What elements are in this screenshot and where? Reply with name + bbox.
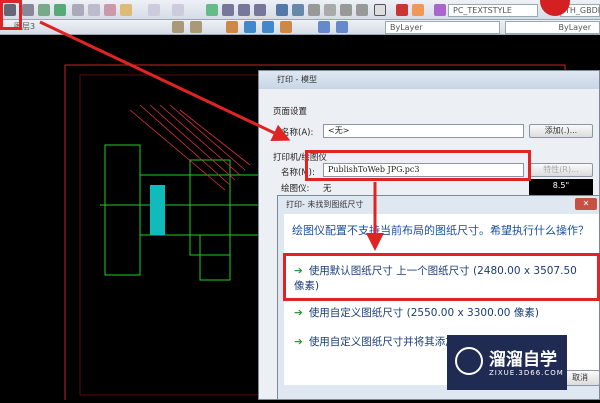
text-style-icon[interactable] [434,4,446,16]
paper-dialog-title: 打印- 未找到图纸尺寸 [286,200,364,209]
sheet-set-icon[interactable] [324,4,336,16]
play-logo-icon [455,347,483,375]
help-icon[interactable] [374,4,386,16]
plotter-value: 无 [323,184,332,194]
watermark-url: ZIXUE.3D66.COM [489,369,564,377]
linetype-select[interactable]: ByLayer [505,21,600,34]
name-label: 名称(A): [281,128,314,138]
color-select[interactable]: ByLayer [385,21,500,34]
cut-icon[interactable] [72,4,84,16]
layer-tool-icon[interactable] [262,21,274,33]
close-button[interactable]: ✕ [575,198,597,210]
page-setup-label: 页面设置 [273,107,308,117]
properties-icon[interactable] [276,4,288,16]
layer-tool-icon[interactable] [226,21,238,33]
plot-preview-icon[interactable] [22,4,34,16]
layer-tool-icon[interactable] [318,21,330,33]
layer-select[interactable]: 图层3 [10,21,160,34]
highlight-default-option [283,253,600,301]
arrow-icon: ➔ [294,336,303,348]
watermark-name: 溜溜自学 [489,350,557,370]
undo-icon[interactable] [148,4,160,16]
pan-icon[interactable] [206,4,218,16]
star-icon[interactable] [412,4,424,16]
watermark: 溜溜自学 ZIXUE.3D66.COM [447,335,567,390]
highlight-printer-select [305,150,531,181]
question-text: 绘图仪配置不支持当前布局的图纸尺寸。希望执行什么操作？ [292,224,589,237]
arrow-icon: ➔ [294,307,303,319]
layer-tool-icon[interactable] [244,21,256,33]
zoom-previous-icon[interactable] [254,4,266,16]
standard-toolbar: PC_TEXTSTYLE TH_GBDI [0,0,600,20]
layer-tool-icon[interactable] [190,21,202,33]
text-style-select[interactable]: PC_TEXTSTYLE [448,4,538,17]
design-center-icon[interactable] [292,4,304,16]
layer-tool-icon[interactable] [336,21,348,33]
paste-icon[interactable] [104,4,116,16]
match-properties-icon[interactable] [120,4,132,16]
zoom-window-icon[interactable] [238,4,250,16]
preview-dimension: 8.5" [552,181,570,190]
pdf-icon[interactable] [396,4,408,16]
markup-icon[interactable] [340,4,352,16]
option-label: 使用自定义图纸尺寸 (2550.00 x 3300.00 像素) [308,307,539,319]
publish-icon[interactable] [38,4,50,16]
print-dialog-title: 打印 - 模型 [259,71,599,89]
layers-toolbar: 图层3 ByLayer ByLayer [0,20,600,35]
highlight-plot-icon [0,0,22,30]
layer-tool-icon[interactable] [280,21,292,33]
calculator-icon[interactable] [356,4,368,16]
publish-web-icon[interactable] [54,4,66,16]
tool-palettes-icon[interactable] [308,4,320,16]
page-setup-select[interactable]: <无> [323,124,524,138]
plotter-label: 绘图仪: [281,184,310,194]
properties-button[interactable]: 特性(R)... [529,163,593,177]
redo-icon[interactable] [172,4,184,16]
option-custom-size[interactable]: ➔ 使用自定义图纸尺寸 (2550.00 x 3300.00 像素) [294,306,584,321]
zoom-realtime-icon[interactable] [222,4,234,16]
add-button[interactable]: 添加(.)... [529,124,593,138]
copy-icon[interactable] [88,4,100,16]
layer-tool-icon[interactable] [172,21,184,33]
